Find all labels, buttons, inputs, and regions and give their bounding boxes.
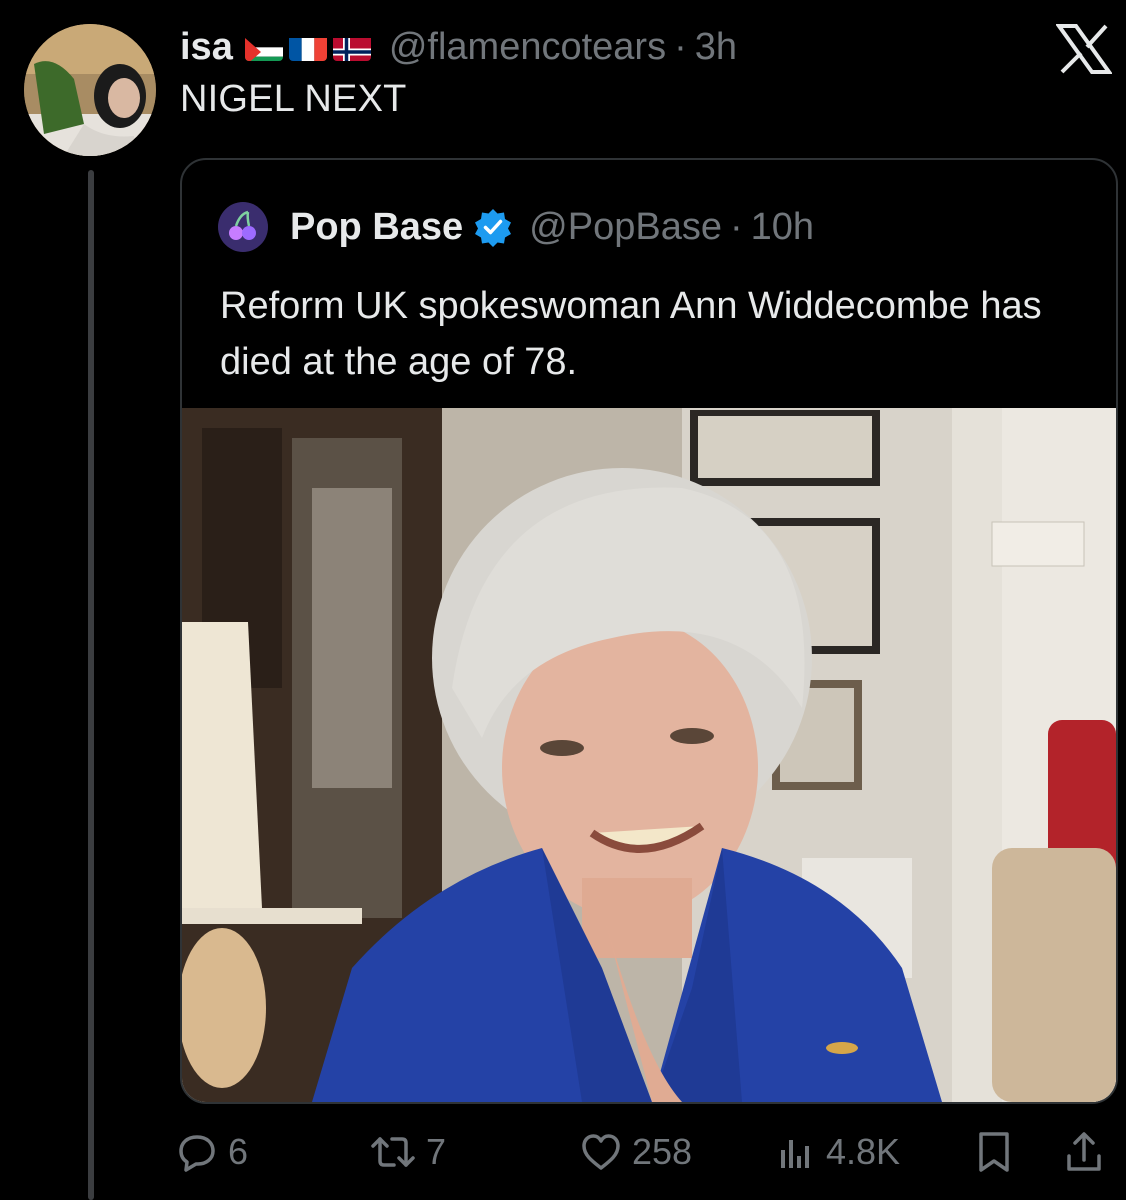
avatar-image — [24, 24, 156, 156]
heart-icon — [582, 1134, 620, 1170]
flag-emojis — [244, 33, 371, 61]
views-button[interactable]: 4.8K — [776, 1122, 900, 1182]
thread-line — [88, 170, 94, 1200]
analytics-icon — [781, 1140, 809, 1168]
post-header: isa @flamencotears · 3h — [180, 22, 737, 72]
reply-count: 6 — [228, 1131, 249, 1172]
repost-icon — [371, 1137, 415, 1167]
share-icon — [1067, 1132, 1101, 1171]
like-button[interactable]: 258 — [580, 1122, 692, 1182]
cherry-logo-icon — [218, 202, 268, 252]
quoted-post-photo[interactable] — [182, 408, 1116, 1102]
quoted-post-header: Pop Base @PopBase · 10h — [290, 200, 814, 254]
reply-button[interactable]: 6 — [176, 1122, 248, 1182]
x-logo-icon — [1055, 24, 1113, 74]
separator-dot: · — [729, 205, 743, 248]
repost-button[interactable]: 7 — [370, 1122, 446, 1182]
bookmark-button[interactable] — [974, 1122, 1024, 1182]
quoted-author-avatar[interactable] — [218, 202, 268, 252]
share-button[interactable] — [1064, 1122, 1114, 1182]
palestine-flag-icon — [244, 33, 283, 61]
repost-count: 7 — [426, 1131, 447, 1172]
author-name[interactable]: isa — [180, 26, 233, 69]
portrait-photo — [182, 408, 1116, 1102]
like-count: 258 — [632, 1131, 693, 1172]
verified-badge-icon — [475, 209, 512, 247]
separator-dot: · — [674, 25, 687, 68]
norway-flag-icon — [332, 33, 371, 61]
quoted-post-timestamp[interactable]: 10h — [751, 206, 814, 249]
quoted-post-card[interactable]: Pop Base @PopBase · 10h Reform UK spokes… — [180, 158, 1118, 1104]
avatar[interactable] — [24, 24, 156, 156]
action-bar: 6 7 258 4.8K — [176, 1122, 1116, 1182]
quoted-author-name[interactable]: Pop Base — [290, 206, 463, 249]
quoted-post-text: Reform UK spokeswoman Ann Widdecombe has… — [220, 285, 1042, 383]
post-text: NIGEL NEXT — [180, 78, 407, 120]
bookmark-icon — [979, 1132, 1009, 1172]
view-count: 4.8K — [826, 1131, 901, 1172]
reply-icon — [179, 1135, 215, 1172]
author-handle[interactable]: @flamencotears — [389, 26, 666, 69]
france-flag-icon — [288, 33, 327, 61]
quoted-author-handle[interactable]: @PopBase — [529, 206, 722, 249]
post-timestamp[interactable]: 3h — [695, 26, 737, 69]
